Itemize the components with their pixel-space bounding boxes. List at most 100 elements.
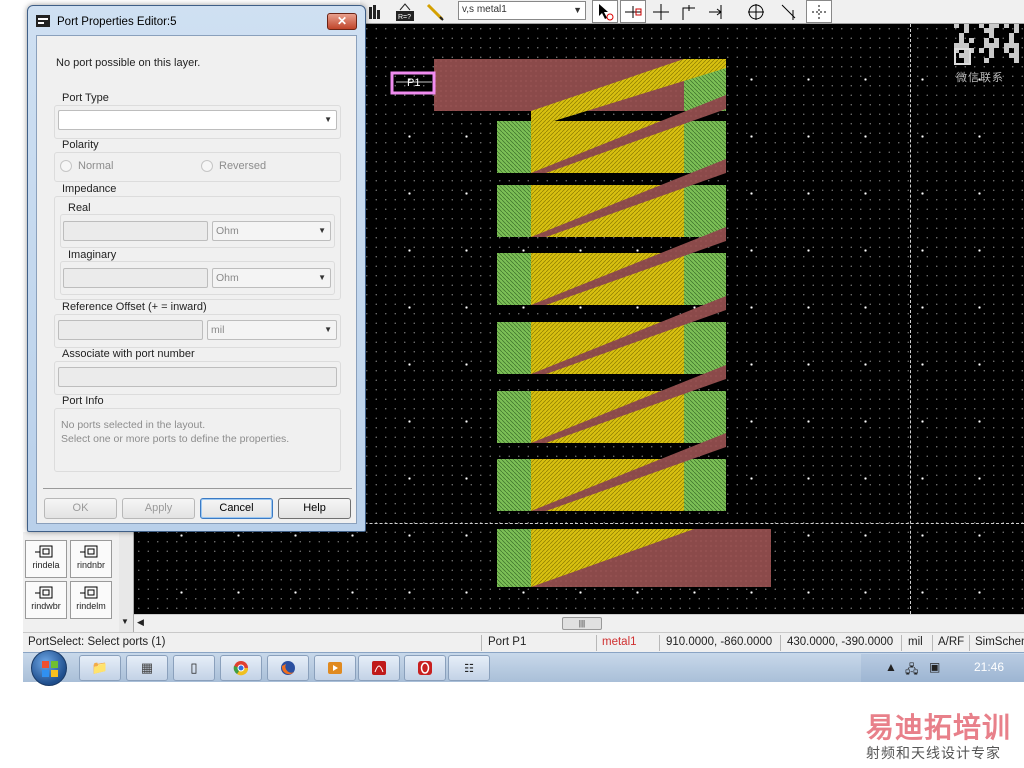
taskbar-explorer[interactable]: 📁 — [79, 655, 121, 681]
status-selection: Port P1 — [488, 636, 527, 648]
port-type-select[interactable]: ▼ — [58, 110, 337, 130]
qr-module — [994, 38, 999, 43]
real-input[interactable] — [63, 221, 208, 241]
ok-label: OK — [72, 502, 89, 514]
rule-icon[interactable]: R=? — [394, 1, 416, 23]
scrollbar-thumb[interactable]: ||| — [562, 617, 602, 630]
qr-module — [989, 33, 994, 38]
palette-item-rindnbr[interactable]: rindnbr — [70, 540, 112, 578]
palette-item-rindela[interactable]: rindela — [25, 540, 67, 578]
status-coord-2: 430.0000, -390.0000 — [787, 636, 894, 648]
reference-offset-unit-value: mil — [211, 324, 225, 336]
chevron-down-icon: ▼ — [318, 273, 326, 282]
taskbar-pdf[interactable] — [358, 655, 400, 681]
qr-module — [964, 58, 969, 63]
bar-chart-icon[interactable] — [364, 1, 386, 23]
help-button[interactable]: Help — [278, 498, 351, 519]
taskbar-app-2[interactable]: ▦ — [126, 655, 168, 681]
qr-module — [1009, 38, 1014, 43]
layer-select[interactable]: v,s metal1 ▼ — [458, 1, 586, 20]
imaginary-unit-select[interactable]: Ohm ▼ — [212, 268, 331, 288]
radio-reversed[interactable] — [201, 160, 213, 172]
pdf-icon — [372, 661, 386, 675]
apply-button[interactable]: Apply — [122, 498, 195, 519]
app-red-icon — [418, 661, 432, 675]
qr-module — [979, 48, 984, 53]
radio-normal[interactable] — [60, 160, 72, 172]
palette-label: rindwbr — [31, 601, 61, 611]
qr-module — [954, 43, 959, 48]
reference-offset-unit-select[interactable]: mil ▼ — [207, 320, 337, 340]
apply-label: Apply — [144, 502, 173, 514]
palette-item-rindelm[interactable]: rindelm — [70, 581, 112, 619]
status-coord-1: 910.0000, -860.0000 — [666, 636, 773, 648]
qr-module — [1004, 24, 1009, 28]
chevron-left-icon[interactable]: ◀ — [137, 617, 144, 628]
taskbar-app-red[interactable] — [404, 655, 446, 681]
port-info-label: Port Info — [60, 395, 106, 407]
pad-right — [684, 253, 726, 305]
real-unit-select[interactable]: Ohm ▼ — [212, 221, 331, 241]
chevron-up-icon[interactable]: ▲ — [885, 660, 897, 674]
pad-left — [497, 121, 531, 173]
start-button[interactable] — [31, 650, 67, 686]
radio-reversed-label: Reversed — [219, 160, 267, 172]
corner-port-icon[interactable] — [678, 1, 700, 23]
cross-port-icon[interactable] — [650, 1, 672, 23]
qr-module — [964, 53, 969, 58]
dialog-body: No port possible on this layer. Port Typ… — [36, 35, 357, 524]
imaginary-input[interactable] — [63, 268, 208, 288]
dialog-titlebar[interactable]: Port Properties Editor:5 ✕ — [28, 6, 365, 34]
chevron-down-icon[interactable]: ▼ — [121, 617, 129, 626]
radio-normal-label: Normal — [78, 160, 114, 172]
qr-module — [1009, 33, 1014, 38]
taskbar-notepad[interactable]: ▯ — [173, 655, 215, 681]
palette-label: rindnbr — [76, 560, 105, 570]
cancel-button[interactable]: Cancel — [200, 498, 273, 519]
grid-port-button[interactable] — [806, 0, 832, 23]
palette-label: rindelm — [76, 601, 106, 611]
network-icon[interactable]: 🖧 — [905, 660, 918, 681]
end-port-icon[interactable] — [706, 1, 728, 23]
pad-right — [684, 391, 726, 443]
pad-right — [684, 322, 726, 374]
clock[interactable]: 21:46 — [974, 660, 1004, 674]
diagonal-port-icon[interactable] — [778, 1, 800, 23]
select-port-button[interactable] — [592, 0, 618, 23]
pad-left — [497, 185, 531, 237]
dialog-separator — [43, 488, 352, 489]
associate-input[interactable] — [58, 367, 337, 387]
reference-offset-label: Reference Offset (+ = inward) — [60, 301, 209, 313]
real-label: Real — [66, 202, 93, 214]
qr-module — [1004, 43, 1009, 48]
taskbar-firefox[interactable] — [267, 655, 309, 681]
port-select-icon — [599, 3, 614, 20]
qr-module — [994, 43, 999, 48]
pencil-icon[interactable] — [424, 1, 446, 23]
close-button[interactable]: ✕ — [327, 13, 357, 30]
pad-left — [497, 253, 531, 305]
qr-module — [954, 24, 959, 28]
display-icon[interactable]: ▣ — [929, 660, 940, 674]
port-edge-icon — [625, 5, 642, 18]
chevron-down-icon: ▼ — [324, 115, 332, 124]
palette-item-rindwbr[interactable]: rindwbr — [25, 581, 67, 619]
layout-toolbar: R=? v,s metal1 ▼ — [360, 0, 1024, 24]
folder-icon: 📁 — [91, 660, 109, 675]
help-label: Help — [303, 502, 326, 514]
qr-module — [964, 28, 969, 33]
canvas-horizontal-scrollbar[interactable]: ◀ ||| — [134, 614, 1024, 632]
palette-scrollbar[interactable]: ▼ — [119, 532, 133, 632]
real-unit-value: Ohm — [216, 225, 239, 237]
imaginary-unit-value: Ohm — [216, 272, 239, 284]
app-icon: ▦ — [140, 660, 154, 675]
taskbar-media[interactable] — [314, 655, 356, 681]
reference-offset-input[interactable] — [58, 320, 203, 340]
taskbar-chrome[interactable] — [220, 655, 262, 681]
qr-module — [994, 24, 999, 28]
status-layer: metal1 — [602, 636, 637, 648]
port-edge-button[interactable] — [620, 0, 646, 23]
taskbar-ads[interactable]: ☷ — [448, 655, 490, 681]
circle-port-icon[interactable] — [745, 1, 767, 23]
ok-button[interactable]: OK — [44, 498, 117, 519]
